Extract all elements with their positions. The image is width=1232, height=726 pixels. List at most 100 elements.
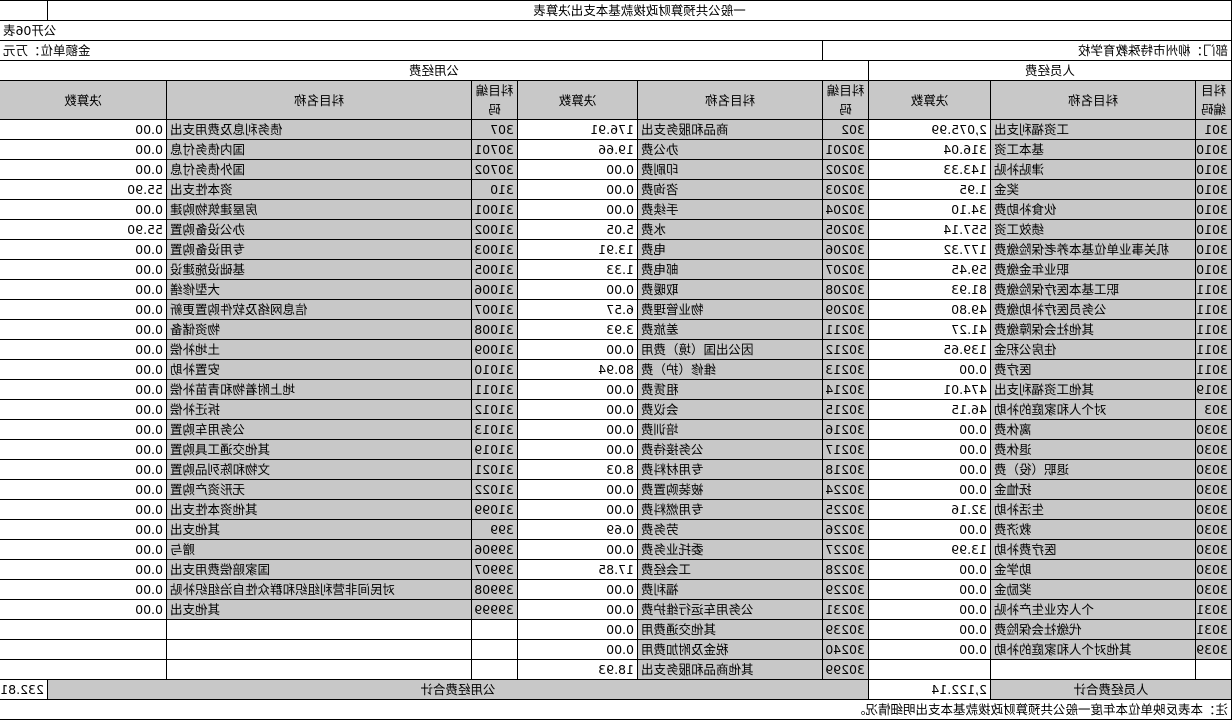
other-amount-cell[interactable]: 0.00 bbox=[0, 539, 167, 560]
other-name-cell[interactable]: 无形资产购置 bbox=[166, 479, 472, 500]
personnel-code-cell[interactable]: 30309 bbox=[1195, 579, 1232, 600]
other-amount-cell[interactable]: 0.00 bbox=[0, 379, 167, 400]
goods-code-cell[interactable]: 30224 bbox=[822, 479, 869, 500]
goods-amount-cell[interactable]: 0.00 bbox=[517, 479, 638, 500]
personnel-name-cell[interactable]: 对个人和家庭的补助 bbox=[990, 399, 1196, 420]
other-amount-cell[interactable]: 0.00 bbox=[0, 419, 167, 440]
personnel-amount-cell[interactable]: 474.01 bbox=[868, 379, 991, 400]
goods-code-cell[interactable]: 30207 bbox=[822, 259, 869, 280]
personnel-name-cell[interactable]: 其他对个人和家庭的补助 bbox=[990, 639, 1196, 660]
other-code-cell[interactable]: 31007 bbox=[471, 299, 518, 320]
goods-code-cell[interactable]: 30201 bbox=[822, 139, 869, 160]
other-code-cell[interactable]: 39908 bbox=[471, 579, 518, 600]
personnel-name-cell[interactable]: 机关事业单位基本养老保险缴费 bbox=[990, 239, 1196, 260]
goods-code-cell[interactable]: 30228 bbox=[822, 559, 869, 580]
goods-amount-cell[interactable]: 0.00 bbox=[517, 419, 638, 440]
other-code-cell[interactable]: 310 bbox=[471, 179, 518, 200]
goods-code-cell[interactable]: 30217 bbox=[822, 439, 869, 460]
personnel-amount-cell[interactable]: 143.33 bbox=[868, 159, 991, 180]
personnel-amount-cell[interactable]: 13.99 bbox=[868, 539, 991, 560]
goods-amount-cell[interactable]: 18.93 bbox=[517, 659, 638, 680]
goods-code-cell[interactable]: 30203 bbox=[822, 179, 869, 200]
personnel-code-cell[interactable]: 30111 bbox=[1195, 299, 1232, 320]
goods-name-cell[interactable]: 税金及附加费用 bbox=[637, 639, 823, 660]
goods-code-cell[interactable]: 30215 bbox=[822, 399, 869, 420]
personnel-name-cell[interactable]: 绩效工资 bbox=[990, 219, 1196, 240]
personnel-amount-cell[interactable]: 0.00 bbox=[868, 599, 991, 620]
other-code-cell[interactable]: 31011 bbox=[471, 379, 518, 400]
goods-code-cell[interactable]: 30212 bbox=[822, 339, 869, 360]
goods-amount-cell[interactable]: 5.05 bbox=[517, 219, 638, 240]
goods-amount-cell[interactable]: 0.00 bbox=[517, 599, 638, 620]
personnel-amount-cell[interactable]: 0.00 bbox=[868, 459, 991, 480]
other-name-cell[interactable] bbox=[166, 639, 472, 660]
goods-code-cell[interactable]: 30227 bbox=[822, 539, 869, 560]
goods-code-cell[interactable]: 30202 bbox=[822, 159, 869, 180]
goods-name-cell[interactable]: 水费 bbox=[637, 219, 823, 240]
personnel-name-cell[interactable]: 津贴补贴 bbox=[990, 159, 1196, 180]
personnel-code-cell[interactable]: 301 bbox=[1195, 119, 1232, 140]
goods-amount-cell[interactable]: 0.00 bbox=[517, 339, 638, 360]
other-name-cell[interactable]: 赠与 bbox=[166, 539, 472, 560]
goods-amount-cell[interactable]: 80.94 bbox=[517, 359, 638, 380]
personnel-amount-cell[interactable]: 0.00 bbox=[868, 619, 991, 640]
other-name-cell[interactable]: 其他支出 bbox=[166, 599, 472, 620]
other-amount-cell[interactable]: 0.00 bbox=[0, 399, 167, 420]
personnel-amount-cell[interactable]: 32.16 bbox=[868, 499, 991, 520]
other-code-cell[interactable]: 31013 bbox=[471, 419, 518, 440]
other-code-cell[interactable] bbox=[471, 659, 518, 680]
personnel-name-cell[interactable]: 工资福利支出 bbox=[990, 119, 1196, 140]
personnel-name-cell[interactable]: 离休费 bbox=[990, 419, 1196, 440]
personnel-name-cell[interactable]: 医疗费 bbox=[990, 359, 1196, 380]
other-code-cell[interactable]: 31012 bbox=[471, 399, 518, 420]
personnel-code-cell[interactable]: 30311 bbox=[1195, 619, 1232, 640]
other-code-cell[interactable]: 31022 bbox=[471, 479, 518, 500]
goods-amount-cell[interactable]: 176.91 bbox=[517, 119, 638, 140]
other-name-cell[interactable]: 国内债务付息 bbox=[166, 139, 472, 160]
personnel-code-cell[interactable]: 30110 bbox=[1195, 279, 1232, 300]
goods-amount-cell[interactable]: 0.00 bbox=[517, 199, 638, 220]
other-amount-cell[interactable]: 0.00 bbox=[0, 159, 167, 180]
goods-amount-cell[interactable]: 1.33 bbox=[517, 259, 638, 280]
goods-amount-cell[interactable]: 0.00 bbox=[517, 159, 638, 180]
personnel-amount-cell[interactable]: 59.45 bbox=[868, 259, 991, 280]
personnel-code-cell[interactable]: 30108 bbox=[1195, 239, 1232, 260]
other-amount-cell[interactable] bbox=[0, 639, 167, 660]
goods-name-cell[interactable]: 维修（护）费 bbox=[637, 359, 823, 380]
personnel-amount-cell[interactable]: 0.00 bbox=[868, 419, 991, 440]
goods-code-cell[interactable]: 30206 bbox=[822, 239, 869, 260]
goods-amount-cell[interactable]: 3.93 bbox=[517, 319, 638, 340]
goods-name-cell[interactable]: 专用燃料费 bbox=[637, 499, 823, 520]
goods-amount-cell[interactable]: 0.00 bbox=[517, 279, 638, 300]
other-name-cell[interactable]: 其他交通工具购置 bbox=[166, 439, 472, 460]
other-name-cell[interactable]: 房屋建筑物购建 bbox=[166, 199, 472, 220]
personnel-name-cell[interactable]: 退职（役）费 bbox=[990, 459, 1196, 480]
other-code-cell[interactable]: 39907 bbox=[471, 559, 518, 580]
other-amount-cell[interactable]: 0.00 bbox=[0, 119, 167, 140]
personnel-name-cell[interactable]: 代缴社会保险费 bbox=[990, 619, 1196, 640]
other-name-cell[interactable] bbox=[166, 619, 472, 640]
other-amount-cell[interactable]: 0.00 bbox=[0, 439, 167, 460]
personnel-code-cell[interactable]: 30107 bbox=[1195, 219, 1232, 240]
other-code-cell[interactable] bbox=[471, 639, 518, 660]
other-amount-cell[interactable]: 0.00 bbox=[0, 579, 167, 600]
personnel-name-cell[interactable]: 助学金 bbox=[990, 559, 1196, 580]
personnel-name-cell[interactable]: 公务员医疗补助缴费 bbox=[990, 299, 1196, 320]
personnel-amount-cell[interactable]: 2,075.99 bbox=[868, 119, 991, 140]
goods-name-cell[interactable]: 差旅费 bbox=[637, 319, 823, 340]
goods-code-cell[interactable]: 30208 bbox=[822, 279, 869, 300]
personnel-amount-cell[interactable]: 316.04 bbox=[868, 139, 991, 160]
other-name-cell[interactable]: 土地补偿 bbox=[166, 339, 472, 360]
other-amount-cell[interactable]: 55.90 bbox=[0, 219, 167, 240]
goods-name-cell[interactable]: 电费 bbox=[637, 239, 823, 260]
personnel-amount-cell[interactable]: 0.00 bbox=[868, 559, 991, 580]
goods-amount-cell[interactable]: 0.00 bbox=[517, 579, 638, 600]
goods-amount-cell[interactable]: 17.85 bbox=[517, 559, 638, 580]
goods-name-cell[interactable]: 手续费 bbox=[637, 199, 823, 220]
other-amount-cell[interactable]: 0.00 bbox=[0, 279, 167, 300]
goods-name-cell[interactable]: 公务接待费 bbox=[637, 439, 823, 460]
other-name-cell[interactable]: 安置补助 bbox=[166, 359, 472, 380]
other-code-cell[interactable]: 31099 bbox=[471, 499, 518, 520]
goods-amount-cell[interactable]: 0.00 bbox=[517, 399, 638, 420]
goods-name-cell[interactable]: 办公费 bbox=[637, 139, 823, 160]
